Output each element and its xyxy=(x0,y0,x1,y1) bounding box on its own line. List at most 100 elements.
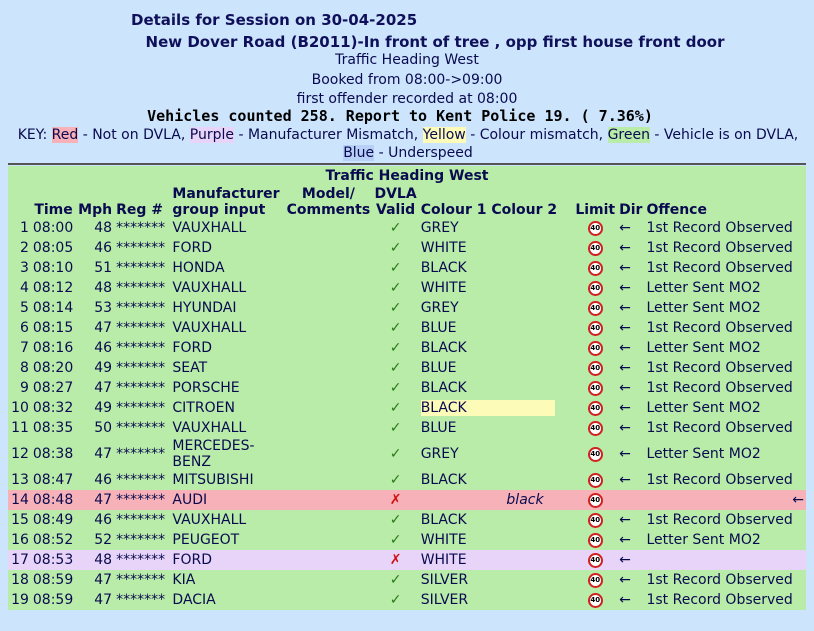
speed-limit-icon: 40 xyxy=(573,550,618,570)
dvla-valid-icon: ✓ xyxy=(372,510,419,530)
row-reg: ******* xyxy=(114,550,171,570)
row-colour1: black xyxy=(418,490,574,510)
row-model xyxy=(284,218,373,238)
key-green-desc: - Vehicle is on DVLA, xyxy=(649,127,799,143)
speed-limit-icon: 40 xyxy=(573,318,618,338)
direction-arrow-icon: ← xyxy=(617,510,645,530)
row-mph: 53 xyxy=(76,298,115,318)
table-row: 5 08:14 53 ******* HYUNDAI ✓ GREY 40 ← Letter Sen… xyxy=(8,298,806,318)
speed-limit-sign-icon: 40 xyxy=(587,280,603,296)
direction-arrow-icon: ← xyxy=(617,418,645,438)
divider xyxy=(8,163,806,165)
speed-limit-icon: 40 xyxy=(573,378,618,398)
dvla-invalid-icon: ✗ xyxy=(372,550,419,570)
speed-limit-sign-icon: 40 xyxy=(587,360,603,376)
table-header-row: Time Mph Reg # Manufacturer group input M… xyxy=(8,186,806,218)
row-colour1: BLACK xyxy=(418,470,574,490)
row-colour1: BLUE xyxy=(418,318,574,338)
row-model xyxy=(284,398,373,418)
table-row: 9 08:27 47 ******* PORSCHE ✓ BLACK 40 ← 1st Recor… xyxy=(8,378,806,398)
row-mph: 47 xyxy=(76,378,115,398)
row-colour1: GREY xyxy=(418,218,574,238)
row-mph: 47 xyxy=(76,318,115,338)
row-mph: 47 xyxy=(76,570,115,590)
table-row: 1 08:00 48 ******* VAUXHALL ✓ GREY 40 ← 1st Recor… xyxy=(8,218,806,238)
checkmark-icon: ✓ xyxy=(389,260,402,276)
row-model xyxy=(284,358,373,378)
direction-arrow-icon: ← xyxy=(617,590,645,610)
row-manufacturer: AUDI xyxy=(170,490,285,510)
key-purple: Purple xyxy=(189,127,234,143)
row-time: 08:14 xyxy=(30,298,77,318)
table-row: 13 08:47 46 ******* MITSUBISHI ✓ BLACK 40 ← 1st R… xyxy=(8,470,806,490)
row-number: 17 xyxy=(8,550,31,570)
row-number: 2 xyxy=(8,238,31,258)
row-offence: ← xyxy=(644,490,806,510)
row-offence: Letter Sent MO2 xyxy=(644,338,806,358)
row-number: 16 xyxy=(8,530,31,550)
row-offence: Letter Sent MO2 xyxy=(644,438,806,470)
row-mph: 47 xyxy=(76,590,115,610)
direction-arrow-icon: ← xyxy=(617,258,645,278)
row-colour1: BLACK xyxy=(418,378,574,398)
table-row: 16 08:52 52 ******* PEUGEOT ✓ WHITE 40 ← Letter S… xyxy=(8,530,806,550)
row-model xyxy=(284,590,373,610)
row-reg: ******* xyxy=(114,218,171,238)
speed-limit-icon: 40 xyxy=(573,298,618,318)
row-time: 08:38 xyxy=(30,438,77,470)
row-colour1: SILVER xyxy=(418,570,574,590)
row-offence: 1st Record Observed xyxy=(644,238,806,258)
checkmark-icon: ✓ xyxy=(389,320,402,336)
col-dir: Dir xyxy=(617,186,645,218)
row-mph: 46 xyxy=(76,238,115,258)
row-offence: Letter Sent MO2 xyxy=(644,398,806,418)
checkmark-icon: ✓ xyxy=(389,400,402,416)
row-number: 11 xyxy=(8,418,31,438)
row-time: 08:16 xyxy=(30,338,77,358)
checkmark-icon: ✓ xyxy=(389,420,402,436)
row-colour1: BLACK xyxy=(418,398,574,418)
direction-arrow-icon: ← xyxy=(617,358,645,378)
col-dvla: DVLA Valid xyxy=(372,186,419,218)
checkmark-icon: ✓ xyxy=(389,572,402,588)
row-number: 9 xyxy=(8,378,31,398)
row-reg: ******* xyxy=(114,438,171,470)
row-mph: 51 xyxy=(76,258,115,278)
row-number: 7 xyxy=(8,338,31,358)
row-reg: ******* xyxy=(114,510,171,530)
row-model xyxy=(284,318,373,338)
row-manufacturer: HONDA xyxy=(170,258,285,278)
row-model xyxy=(284,490,373,510)
row-manufacturer: SEAT xyxy=(170,358,285,378)
dvla-valid-icon: ✓ xyxy=(372,590,419,610)
direction-arrow-icon xyxy=(617,490,645,510)
key-green: Green xyxy=(607,127,650,143)
table-row: 6 08:15 47 ******* VAUXHALL ✓ BLUE 40 ← 1st Recor… xyxy=(8,318,806,338)
row-model xyxy=(284,338,373,358)
row-reg: ******* xyxy=(114,298,171,318)
speed-limit-sign-icon: 40 xyxy=(587,300,603,316)
direction-arrow-icon: ← xyxy=(617,298,645,318)
speed-limit-sign-icon: 40 xyxy=(587,552,603,568)
row-manufacturer: KIA xyxy=(170,570,285,590)
speed-limit-icon: 40 xyxy=(573,278,618,298)
row-mph: 48 xyxy=(76,218,115,238)
row-offence: 1st Record Observed xyxy=(644,258,806,278)
direction-arrow-icon: ← xyxy=(617,378,645,398)
table-row: 19 08:59 47 ******* DACIA ✓ SILVER 40 ← 1st Recor… xyxy=(8,590,806,610)
col-limit: Limit xyxy=(573,186,618,218)
row-reg: ******* xyxy=(114,418,171,438)
row-manufacturer: PORSCHE xyxy=(170,378,285,398)
row-number: 4 xyxy=(8,278,31,298)
row-offence: Letter Sent MO2 xyxy=(644,278,806,298)
col-colour1: Colour 1 Colour 2 xyxy=(418,186,574,218)
direction-arrow-icon: ← xyxy=(617,238,645,258)
dvla-valid-icon: ✓ xyxy=(372,398,419,418)
table-row: 18 08:59 47 ******* KIA ✓ SILVER 40 ← 1st Record … xyxy=(8,570,806,590)
key-blue-desc: - Underspeed xyxy=(374,145,473,161)
dvla-valid-icon: ✓ xyxy=(372,418,419,438)
row-colour1: BLUE xyxy=(418,358,574,378)
row-time: 08:00 xyxy=(30,218,77,238)
row-mph: 48 xyxy=(76,550,115,570)
row-time: 08:05 xyxy=(30,238,77,258)
